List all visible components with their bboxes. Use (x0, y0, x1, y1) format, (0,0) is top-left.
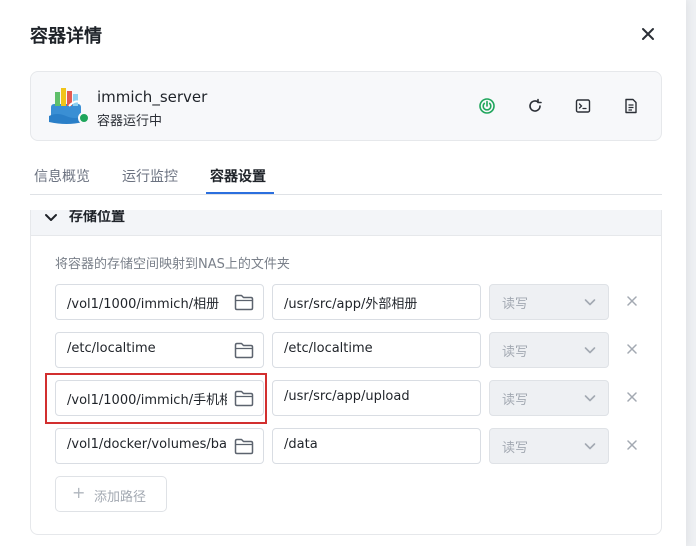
chevron-down-icon (584, 347, 596, 354)
container-path-field[interactable]: /etc/localtime (272, 332, 481, 368)
chevron-down-icon (584, 395, 596, 402)
tab-settings[interactable]: 容器设置 (210, 166, 266, 186)
container-path-field[interactable]: /data (272, 428, 481, 464)
mount-row: /vol1/1000/immich/相册 /usr/src/app/外部相册 读… (55, 284, 655, 320)
add-path-button[interactable]: + 添加路径 (55, 476, 167, 512)
container-path-value: /etc/localtime (284, 341, 373, 356)
host-path-value: /vol1/1000/immich/手机相 (67, 393, 227, 408)
container-path-value: /usr/src/app/upload (284, 389, 410, 404)
permission-value: 读写 (502, 297, 529, 312)
permission-select: 读写 (489, 380, 609, 416)
container-name: immich_server (97, 88, 208, 106)
detail-tabs: 信息概览 运行监控 容器设置 (30, 156, 662, 195)
remove-mount-icon[interactable] (625, 390, 639, 404)
power-button[interactable] (475, 94, 499, 118)
restart-button[interactable] (523, 94, 547, 118)
folder-icon[interactable] (234, 438, 254, 455)
permission-value: 读写 (502, 441, 529, 456)
chevron-down-icon (45, 214, 57, 221)
host-path-value: /vol1/docker/volumes/ba (67, 437, 227, 452)
running-status-dot (78, 112, 90, 124)
remove-mount-icon[interactable] (625, 342, 639, 356)
permission-select: 读写 (489, 284, 609, 320)
restart-icon (529, 98, 542, 112)
storage-section-header[interactable]: 存储位置 (31, 210, 661, 236)
remove-mount-icon[interactable] (625, 294, 639, 308)
dialog-title: 容器详情 (30, 26, 102, 47)
chevron-down-icon (584, 299, 596, 306)
container-path-value: /usr/src/app/外部相册 (284, 297, 418, 312)
container-path-field[interactable]: /usr/src/app/外部相册 (272, 284, 481, 320)
active-tab-indicator (206, 192, 274, 194)
container-details-dialog: 容器详情 immich_server 容器运行中 信息概览 运行监控 容器设置 … (0, 0, 686, 546)
plus-icon: + (72, 483, 86, 502)
container-path-field[interactable]: /usr/src/app/upload (272, 380, 481, 416)
mount-row: /vol1/docker/volumes/ba /data 读写 (55, 428, 655, 464)
folder-icon[interactable] (234, 294, 254, 311)
host-path-field[interactable]: /etc/localtime (55, 332, 264, 368)
storage-section: 存储位置 将容器的存储空间映射到NAS上的文件夹 /vol1/1000/immi… (30, 210, 662, 535)
host-path-field[interactable]: /vol1/1000/immich/手机相 (55, 380, 264, 416)
mount-row: /etc/localtime /etc/localtime 读写 (55, 332, 655, 368)
chevron-down-icon (584, 443, 596, 450)
tab-monitor[interactable]: 运行监控 (122, 166, 178, 186)
permission-value: 读写 (502, 393, 529, 408)
container-status: 容器运行中 (97, 114, 163, 129)
storage-section-title: 存储位置 (69, 210, 125, 225)
container-path-value: /data (284, 437, 318, 452)
permission-select: 读写 (489, 428, 609, 464)
terminal-icon (575, 99, 591, 113)
folder-icon[interactable] (234, 342, 254, 359)
host-path-field[interactable]: /vol1/1000/immich/相册 (55, 284, 264, 320)
log-button[interactable] (619, 94, 643, 118)
add-path-label: 添加路径 (94, 490, 147, 505)
permission-select: 读写 (489, 332, 609, 368)
mount-row: /vol1/1000/immich/手机相 /usr/src/app/uploa… (55, 380, 655, 416)
log-icon (625, 98, 637, 114)
permission-value: 读写 (502, 345, 529, 360)
remove-mount-icon[interactable] (625, 438, 639, 452)
tab-overview[interactable]: 信息概览 (34, 166, 90, 186)
terminal-button[interactable] (571, 94, 595, 118)
host-path-value: /vol1/1000/immich/相册 (67, 297, 220, 312)
container-card: immich_server 容器运行中 (30, 71, 662, 141)
power-icon (479, 98, 495, 114)
storage-description: 将容器的存储空间映射到NAS上的文件夹 (55, 257, 290, 272)
host-path-field[interactable]: /vol1/docker/volumes/ba (55, 428, 264, 464)
folder-icon[interactable] (234, 390, 254, 407)
close-icon (642, 28, 654, 40)
close-button[interactable] (636, 22, 660, 46)
host-path-value: /etc/localtime (67, 341, 156, 356)
